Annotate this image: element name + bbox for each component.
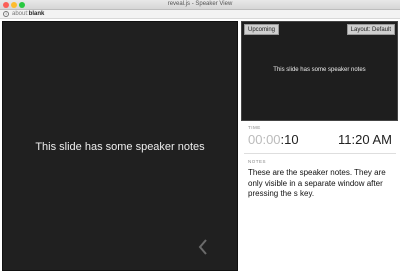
time-panel: TIME 00:00:10 11:20 AM [244,125,396,165]
layout-button[interactable]: Layout: Default [346,24,395,35]
divider [244,153,396,154]
clock: 11:20 AM [338,132,392,147]
current-slide: This slide has some speaker notes [2,21,238,271]
url-prefix: about: [12,11,29,17]
timer-dim: 00:00 [248,132,281,147]
window-title: reveal.js - Speaker View [167,1,233,7]
upcoming-slide-text: This slide has some speaker notes [273,67,366,73]
upcoming-slide: Upcoming Layout: Default This slide has … [241,21,398,121]
chevron-left-icon[interactable] [196,238,210,256]
elapsed-timer[interactable]: 00:00:10 [248,132,299,147]
upcoming-label: Upcoming [244,24,280,35]
info-icon[interactable]: i [3,11,9,17]
address-url[interactable]: about:blank [12,11,44,17]
current-slide-text: This slide has some speaker notes [35,141,205,153]
speaker-notes: These are the speaker notes. They are on… [248,168,386,198]
time-label: TIME [248,125,261,130]
timer-main: :10 [280,132,299,147]
url-strong: blank [28,11,45,17]
window-titlebar: reveal.js - Speaker View [0,0,400,10]
notes-label: NOTES [248,159,267,164]
speaker-view: This slide has some speaker notes Upcomi… [0,19,400,274]
address-bar[interactable]: i about:blank [0,10,400,19]
